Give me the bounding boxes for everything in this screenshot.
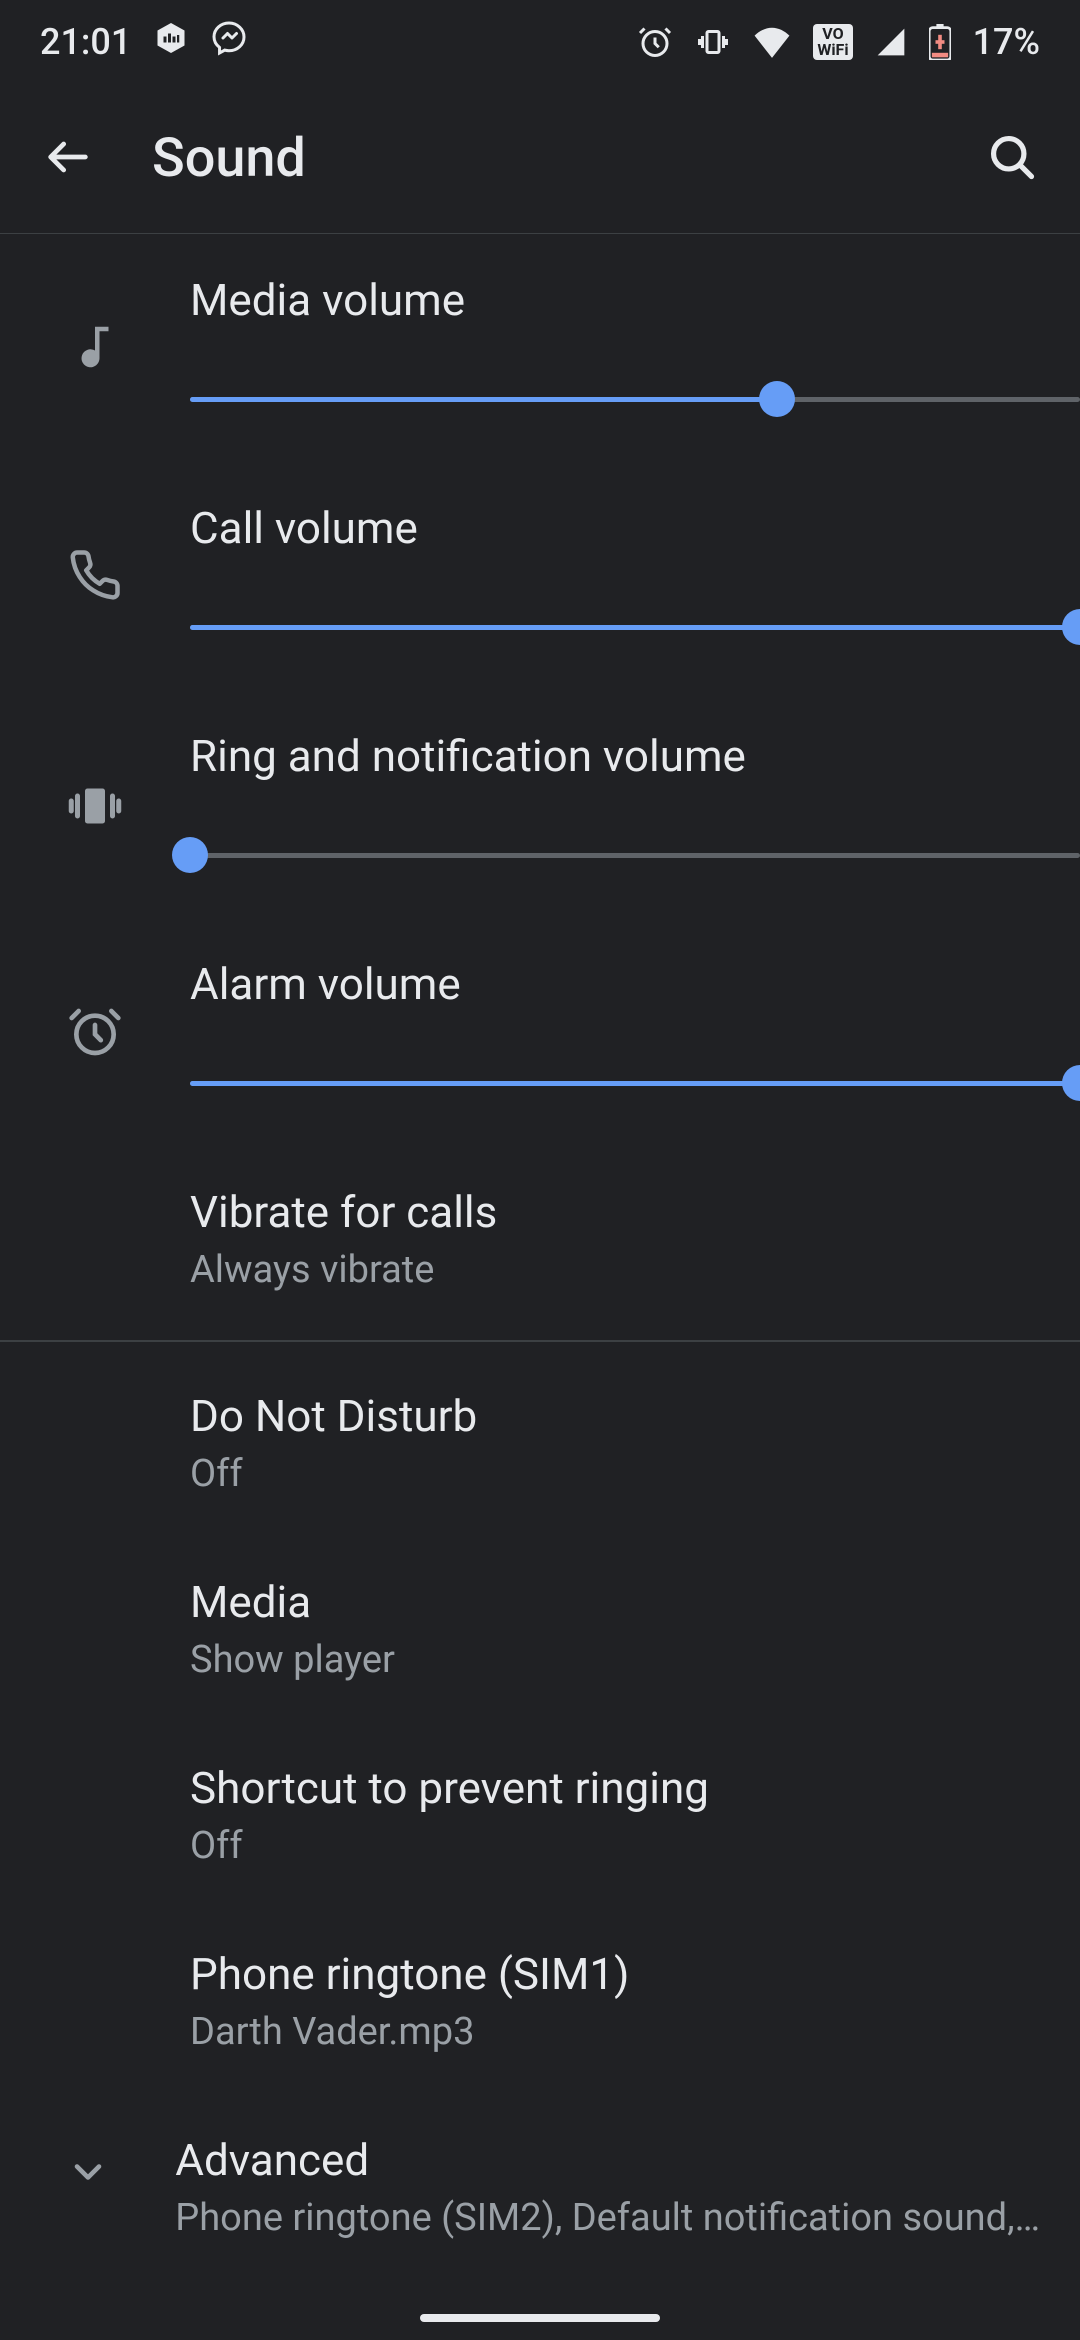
alarm-volume-icon-col	[0, 918, 190, 1064]
call-volume-row: Call volume	[0, 462, 1080, 690]
alarm-volume-content: Alarm volume	[190, 918, 1080, 1146]
media-volume-icon-col	[0, 234, 190, 378]
shortcut-title: Shortcut to prevent ringing	[190, 1762, 1020, 1814]
media-volume-slider[interactable]	[190, 382, 1080, 416]
media-title: Media	[190, 1576, 1020, 1628]
nav-home-pill[interactable]	[420, 2314, 660, 2322]
ring-volume-slider[interactable]	[190, 838, 1080, 872]
advanced-subtitle: Phone ringtone (SIM2), Default notificat…	[175, 2196, 1040, 2240]
phone-icon	[68, 548, 122, 606]
page-title: Sound	[152, 127, 986, 190]
advanced-item[interactable]: Advanced Phone ringtone (SIM2), Default …	[0, 2094, 1080, 2280]
vibration-icon	[65, 776, 125, 840]
advanced-title: Advanced	[175, 2134, 1040, 2186]
dnd-subtitle: Off	[190, 1452, 1020, 1496]
signal-icon	[875, 26, 907, 58]
status-time: 21:01	[40, 21, 131, 63]
vibrate-status-icon	[695, 24, 731, 60]
phone-ringtone-sim1-item[interactable]: Phone ringtone (SIM1) Darth Vader.mp3	[0, 1908, 1080, 2094]
alarm-volume-slider[interactable]	[190, 1066, 1080, 1100]
status-left: 21:01	[40, 20, 247, 65]
battery-icon	[929, 24, 951, 60]
vibrate-subtitle: Always vibrate	[190, 1248, 1020, 1292]
call-volume-icon-col	[0, 462, 190, 606]
do-not-disturb-item[interactable]: Do Not Disturb Off	[0, 1350, 1080, 1536]
alarm-icon	[67, 1004, 123, 1064]
ring-volume-label: Ring and notification volume	[190, 730, 1080, 782]
ring-volume-icon-col	[0, 690, 190, 840]
settings-list: Media volume Call volume Ring and no	[0, 234, 1080, 2280]
vowifi-bot: WiFi	[817, 42, 848, 58]
app-bar: Sound	[0, 84, 1080, 234]
advanced-content: Advanced Phone ringtone (SIM2), Default …	[175, 2094, 1080, 2280]
call-volume-label: Call volume	[190, 502, 1080, 554]
call-volume-slider[interactable]	[190, 610, 1080, 644]
vowifi-badge: VO WiFi	[813, 24, 852, 60]
call-volume-content: Call volume	[190, 462, 1080, 690]
ringtone-subtitle: Darth Vader.mp3	[190, 2010, 1020, 2054]
vibrate-title: Vibrate for calls	[190, 1186, 1020, 1238]
back-icon[interactable]	[42, 131, 94, 187]
chevron-down-icon	[66, 2150, 110, 2198]
alarm-volume-row: Alarm volume	[0, 918, 1080, 1146]
wifi-icon	[753, 26, 791, 58]
shortcut-subtitle: Off	[190, 1824, 1020, 1868]
music-note-icon	[68, 320, 122, 378]
messenger-icon	[211, 20, 247, 65]
media-subtitle: Show player	[190, 1638, 1020, 1682]
status-bar: 21:01 VO WiFi 17%	[0, 0, 1080, 84]
divider	[0, 1340, 1080, 1342]
ringtone-title: Phone ringtone (SIM1)	[190, 1948, 1020, 2000]
hex-app-icon	[153, 20, 189, 65]
dnd-title: Do Not Disturb	[190, 1390, 1020, 1442]
status-right: VO WiFi 17%	[637, 21, 1040, 63]
ring-volume-row: Ring and notification volume	[0, 690, 1080, 918]
search-icon[interactable]	[986, 131, 1038, 187]
battery-percent: 17%	[973, 21, 1040, 63]
advanced-icon-col	[0, 2094, 175, 2198]
vibrate-for-calls-item[interactable]: Vibrate for calls Always vibrate	[0, 1146, 1080, 1332]
ring-volume-content: Ring and notification volume	[190, 690, 1080, 918]
alarm-status-icon	[637, 24, 673, 60]
media-volume-label: Media volume	[190, 274, 1080, 326]
shortcut-prevent-ringing-item[interactable]: Shortcut to prevent ringing Off	[0, 1722, 1080, 1908]
alarm-volume-label: Alarm volume	[190, 958, 1080, 1010]
media-volume-content: Media volume	[190, 234, 1080, 462]
media-volume-row: Media volume	[0, 234, 1080, 462]
media-item[interactable]: Media Show player	[0, 1536, 1080, 1722]
